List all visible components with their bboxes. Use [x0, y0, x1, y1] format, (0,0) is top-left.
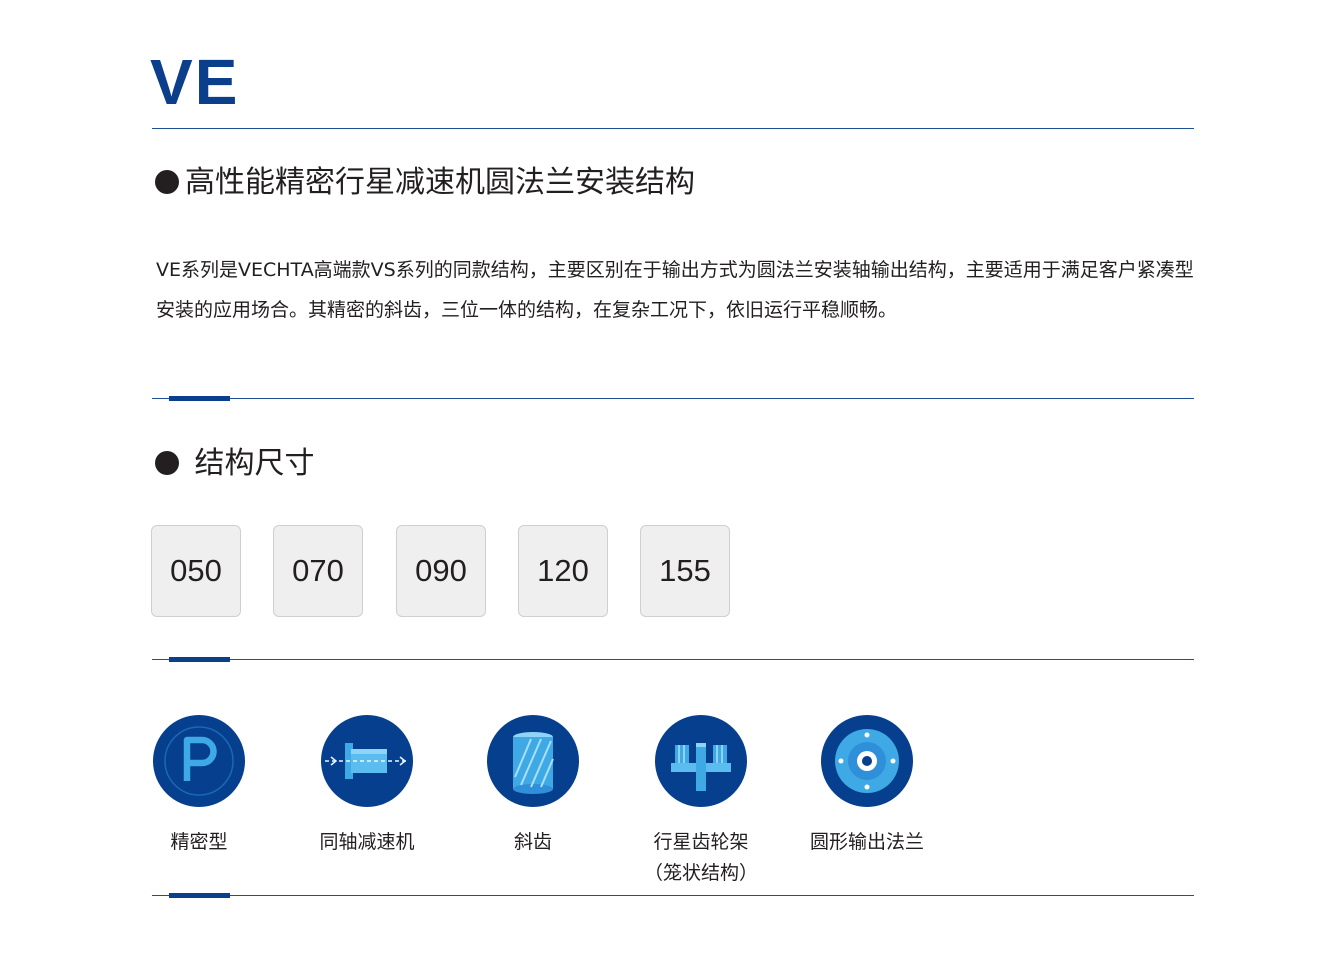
feature-planet-carrier: 行星齿轮架 （笼状结构） — [621, 715, 781, 889]
round-flange-icon — [821, 715, 913, 807]
planet-carrier-icon — [655, 715, 747, 807]
size-button-070[interactable]: 070 — [273, 525, 363, 617]
sizes-title-text: 结构尺寸 — [194, 446, 315, 481]
divider-accent-3 — [169, 893, 230, 898]
bullet-icon — [155, 451, 179, 475]
divider-1 — [152, 398, 1194, 399]
section-title-main: 高性能精密行星减速机圆法兰安装结构 — [155, 165, 695, 201]
product-description: VE系列是VECHTA高端款VS系列的同款结构，主要区别在于输出方式为圆法兰安装… — [156, 259, 1194, 321]
precision-p-icon — [153, 715, 245, 807]
size-button-120[interactable]: 120 — [518, 525, 608, 617]
brand-logo: VE — [150, 46, 240, 118]
feature-label: 同轴减速机 — [319, 831, 415, 853]
feature-label: 斜齿 — [513, 831, 552, 853]
divider-3 — [152, 895, 1194, 896]
bullet-icon — [155, 170, 179, 194]
size-button-155[interactable]: 155 — [640, 525, 730, 617]
helical-gear-icon — [487, 715, 579, 807]
main-title-text: 高性能精密行星减速机圆法兰安装结构 — [185, 165, 695, 200]
size-button-090[interactable]: 090 — [396, 525, 486, 617]
feature-round-flange: 圆形输出法兰 — [787, 715, 947, 858]
feature-label: 行星齿轮架 （笼状结构） — [621, 827, 781, 889]
size-button-050[interactable]: 050 — [151, 525, 241, 617]
feature-label-line1: 行星齿轮架 — [653, 831, 749, 853]
section-title-sizes: 结构尺寸 — [155, 446, 315, 482]
feature-coaxial: 同轴减速机 — [287, 715, 447, 858]
feature-label: 精密型 — [170, 831, 228, 853]
feature-helical: 斜齿 — [453, 715, 613, 858]
divider-accent-1 — [169, 396, 230, 401]
coaxial-shaft-icon — [321, 715, 413, 807]
feature-label-line2: （笼状结构） — [643, 862, 758, 884]
feature-label: 圆形输出法兰 — [809, 831, 924, 853]
divider-top — [152, 128, 1194, 129]
divider-2 — [152, 659, 1194, 660]
feature-precision: 精密型 — [119, 715, 279, 858]
divider-accent-2 — [169, 657, 230, 662]
